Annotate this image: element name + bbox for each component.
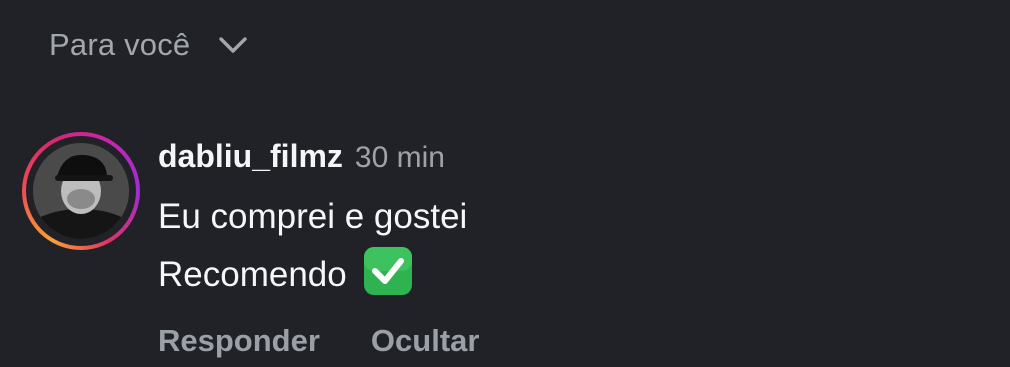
reply-button[interactable]: Responder (158, 320, 320, 362)
avatar-photo (33, 143, 129, 239)
comment-item: dabliu_filmz 30 min Eu comprei e gostei … (22, 132, 982, 362)
sort-dropdown[interactable]: Para você (49, 24, 248, 66)
comment-text-line-2-label: Recomendo (158, 255, 347, 294)
avatar-ring-gap (26, 136, 136, 246)
comment-actions: Responder Ocultar (158, 320, 479, 362)
comment-text-line-2: Recomendo (158, 246, 467, 304)
hide-button[interactable]: Ocultar (371, 320, 480, 362)
comment-meta: dabliu_filmz 30 min (158, 134, 467, 180)
comment-username[interactable]: dabliu_filmz (158, 134, 343, 178)
avatar-portrait-icon (33, 143, 129, 239)
comment-body: dabliu_filmz 30 min Eu comprei e gostei … (158, 132, 479, 358)
sort-label: Para você (49, 27, 191, 62)
comment-timestamp: 30 min (354, 141, 445, 174)
comment-text-line-1: Eu comprei e gostei (158, 197, 468, 236)
check-mark-emoji-icon (364, 247, 413, 295)
avatar[interactable] (22, 132, 140, 250)
chevron-down-icon (219, 37, 248, 53)
